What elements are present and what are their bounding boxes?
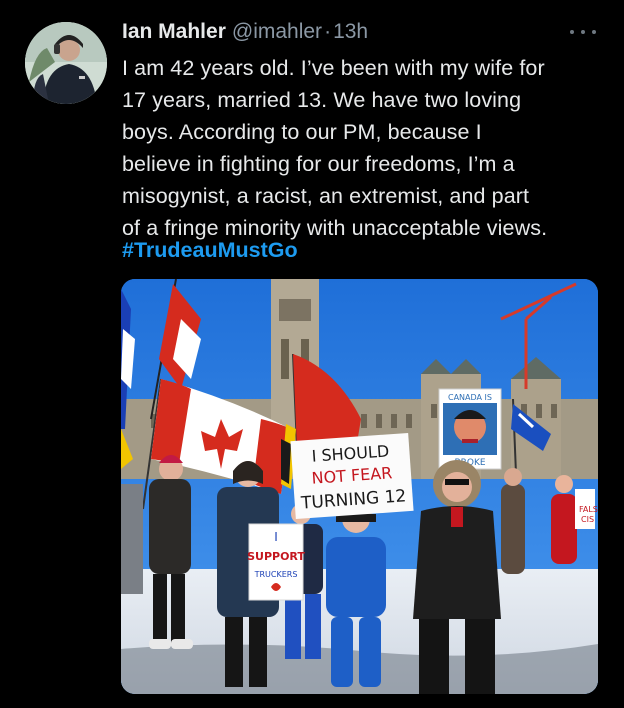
more-dot <box>581 30 585 34</box>
more-dots-icon[interactable] <box>570 26 596 38</box>
tweet-photo[interactable]: CANADA IS BROKE FALS CIS I SUPPORT TRUCK… <box>121 279 598 694</box>
more-dot <box>592 30 596 34</box>
avatar[interactable] <box>25 22 107 104</box>
partial-sign-text-1: FALS <box>579 505 598 514</box>
small-sign-line1: I <box>274 530 278 544</box>
timestamp[interactable]: 13h <box>333 20 368 44</box>
hashtag-link[interactable]: #TrudeauMustGo <box>122 234 298 266</box>
author-name[interactable]: Ian Mahler <box>122 20 226 44</box>
tweet-text-line: I am 42 years old. I’ve been with my wif… <box>122 56 545 80</box>
tweet-text: I am 42 years old. I’ve been with my wif… <box>122 52 602 244</box>
author-handle[interactable]: @imahler <box>232 20 322 44</box>
more-dot <box>570 30 574 34</box>
tweet-text-line: boys. According to our PM, because I <box>122 120 482 144</box>
separator-dot: · <box>324 20 332 43</box>
tweet-text-line: 17 years, married 13. We have two loving <box>122 88 522 112</box>
tweet-text-line: believe in fighting for our freedoms, I’… <box>122 152 515 176</box>
avatar-image <box>25 22 107 104</box>
small-sign-line2: SUPPORT <box>247 550 305 563</box>
small-sign-line3: TRUCKERS <box>254 570 298 579</box>
tweet[interactable]: Ian Mahler @imahler · 13h I am 42 years … <box>0 0 624 708</box>
canada-is-broke-poster: CANADA IS BROKE <box>438 388 502 470</box>
partial-sign-text-2: CIS <box>581 515 594 524</box>
poster-top-text: CANADA IS <box>448 393 492 402</box>
protest-photo: CANADA IS BROKE FALS CIS I SUPPORT TRUCK… <box>121 279 598 694</box>
tweet-header: Ian Mahler @imahler · 13h <box>122 20 368 48</box>
main-sign: I SHOULD NOT FEAR TURNING 12 <box>290 432 414 520</box>
tweet-text-line: misogynist, a racist, an extremist, and … <box>122 184 530 208</box>
